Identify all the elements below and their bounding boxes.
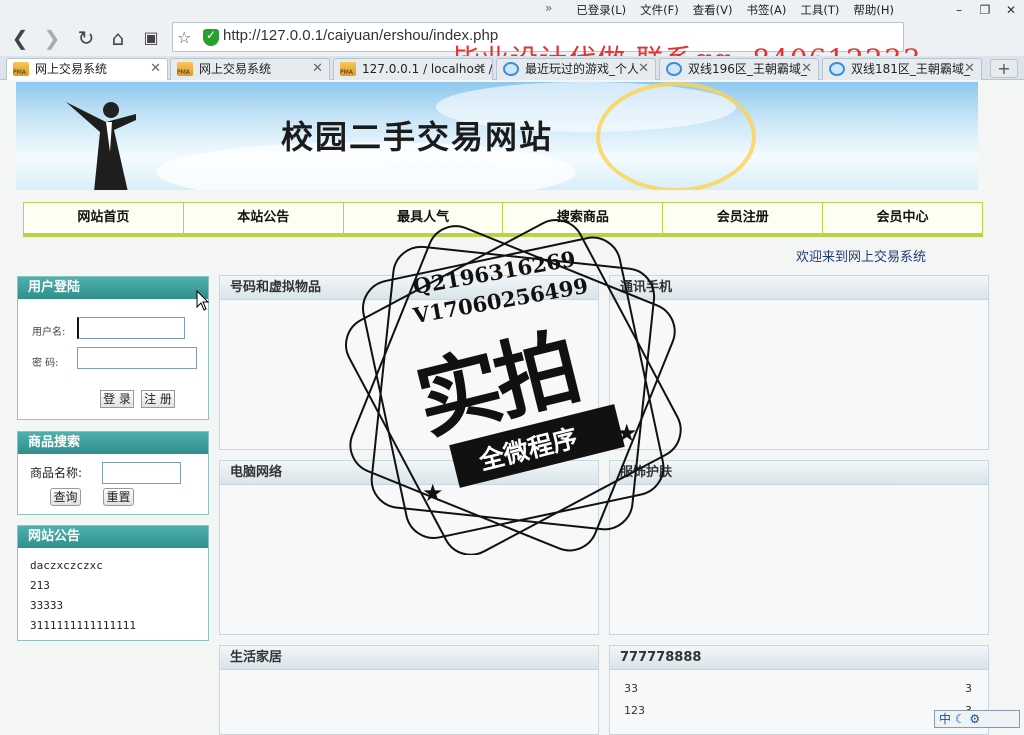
close-tab-icon[interactable]: ✕: [801, 59, 812, 79]
category-title[interactable]: 服饰护肤: [610, 461, 988, 485]
tab-item[interactable]: 127.0.0.1 / localhost / ✕: [333, 58, 493, 80]
category-title[interactable]: 通讯手机: [610, 276, 988, 300]
menu-bookmarks[interactable]: 书签(A): [747, 2, 787, 18]
notice-item[interactable]: 33333: [18, 596, 208, 616]
minimize-icon[interactable]: –: [946, 0, 972, 20]
notices-title: 网站公告: [18, 526, 208, 548]
close-tab-icon[interactable]: ✕: [150, 59, 161, 79]
browser-page-icon: [666, 62, 682, 76]
register-button[interactable]: 注 册: [141, 390, 175, 408]
pma-icon: [340, 62, 356, 76]
browser-page-icon: [829, 62, 845, 76]
notice-item[interactable]: daczxczczxc: [18, 556, 208, 576]
username-label: 用户名:: [32, 323, 65, 338]
nav-search[interactable]: 搜索商品: [503, 203, 663, 233]
tab-item[interactable]: 最近玩过的游戏_个人 ✕: [496, 58, 656, 80]
refresh-icon[interactable]: ↻: [72, 24, 100, 52]
back-icon[interactable]: ❮: [6, 24, 34, 52]
pma-icon: [13, 62, 29, 76]
forward-icon[interactable]: ❯: [38, 24, 66, 52]
tab-label: 网上交易系统: [35, 62, 107, 76]
product-search-box: 商品搜索 商品名称: 查询 重置: [17, 431, 209, 515]
mouse-cursor-icon: [196, 290, 210, 312]
category-panel: 777778888 33 3 123 3: [609, 645, 989, 735]
site-banner: 校园二手交易网站: [16, 82, 978, 190]
favorite-star-icon[interactable]: ☆: [177, 28, 191, 47]
pma-icon: [177, 62, 193, 76]
tab-item[interactable]: 双线196区_王朝霸域_ ✕: [659, 58, 819, 80]
menu-view[interactable]: 查看(V): [693, 2, 733, 18]
security-shield-icon: [203, 29, 219, 46]
login-title: 用户登陆: [18, 277, 208, 299]
product-name[interactable]: 33: [624, 682, 638, 695]
browser-page-icon: [503, 62, 519, 76]
menu-file[interactable]: 文件(F): [640, 2, 679, 18]
username-input[interactable]: [77, 317, 185, 339]
nav-popular[interactable]: 最具人气: [344, 203, 504, 233]
site-notices-box: 网站公告 daczxczczxc 213 33333 3111111111111…: [17, 525, 209, 641]
menu-logged-in[interactable]: 已登录(L): [576, 2, 626, 18]
close-tab-icon[interactable]: ✕: [638, 59, 649, 79]
product-name-input[interactable]: [102, 462, 181, 484]
nav-home[interactable]: 网站首页: [24, 203, 184, 233]
businessman-figure: [66, 92, 146, 190]
query-button[interactable]: 查询: [50, 488, 81, 506]
notice-item[interactable]: 213: [18, 576, 208, 596]
main-nav: 网站首页 本站公告 最具人气 搜索商品 会员注册 会员中心: [23, 202, 983, 237]
close-tab-icon[interactable]: ✕: [475, 59, 486, 79]
product-name-label: 商品名称:: [30, 464, 82, 481]
category-panel: 服饰护肤: [609, 460, 989, 635]
category-panel: 通讯手机: [609, 275, 989, 450]
password-label: 密 码:: [32, 354, 59, 369]
notice-item[interactable]: 3111111111111111: [18, 616, 208, 636]
category-title[interactable]: 777778888: [610, 646, 988, 670]
category-title[interactable]: 生活家居: [220, 646, 598, 670]
close-tab-icon[interactable]: ✕: [312, 59, 323, 79]
tab-bar: 网上交易系统 ✕ 网上交易系统 ✕ 127.0.0.1 / localhost …: [0, 56, 1024, 80]
tab-label: 网上交易系统: [199, 62, 271, 76]
new-tab-button[interactable]: +: [990, 59, 1018, 78]
tab-item[interactable]: 网上交易系统 ✕: [170, 58, 330, 80]
nav-member-center[interactable]: 会员中心: [823, 203, 982, 233]
login-box: 用户登陆 用户名: 密 码: 登 录 注 册: [17, 276, 209, 420]
menu-tools[interactable]: 工具(T): [800, 2, 839, 18]
product-row[interactable]: 123 3: [624, 704, 974, 717]
tab-label: 最近玩过的游戏_个人: [525, 62, 639, 76]
password-input[interactable]: [77, 347, 197, 369]
ime-mode: 中: [939, 712, 951, 726]
product-count: 3: [965, 682, 972, 695]
welcome-text: 欢迎来到网上交易系统: [796, 246, 926, 265]
login-button[interactable]: 登 录: [100, 390, 134, 408]
browser-toolbar: ❮ ❯ ↻ ⌂ ▣ ☆ http://127.0.0.1/caiyuan/ers…: [0, 20, 1024, 56]
search-title: 商品搜索: [18, 432, 208, 454]
reset-button[interactable]: 重置: [103, 488, 134, 506]
tab-label: 双线196区_王朝霸域_: [688, 62, 807, 76]
tab-item[interactable]: 双线181区_王朝霸域_ ✕: [822, 58, 982, 80]
ime-indicator[interactable]: 中 ☾ ⚙: [934, 710, 1020, 728]
menu-overflow-icon[interactable]: »: [545, 1, 552, 15]
tab-item[interactable]: 网上交易系统 ✕: [6, 58, 168, 80]
browser-menubar: » 已登录(L) 文件(F) 查看(V) 书签(A) 工具(T) 帮助(H) –…: [0, 0, 1024, 20]
nav-register[interactable]: 会员注册: [663, 203, 823, 233]
menu-help[interactable]: 帮助(H): [853, 2, 894, 18]
close-window-icon[interactable]: ✕: [998, 0, 1024, 20]
banner-title: 校园二手交易网站: [281, 112, 553, 158]
close-tab-icon[interactable]: ✕: [964, 59, 975, 79]
product-name[interactable]: 123: [624, 704, 645, 717]
restore-icon[interactable]: ❐: [972, 0, 998, 20]
nav-announcements[interactable]: 本站公告: [184, 203, 344, 233]
category-panel: 电脑网络: [219, 460, 599, 635]
tab-label: 127.0.0.1 / localhost /: [362, 62, 493, 76]
category-panel: 生活家居: [219, 645, 599, 735]
product-row[interactable]: 33 3: [624, 682, 974, 695]
bookmark-page-icon[interactable]: ▣: [137, 24, 165, 52]
home-icon[interactable]: ⌂: [104, 24, 132, 52]
tab-label: 双线181区_王朝霸域_: [851, 62, 970, 76]
